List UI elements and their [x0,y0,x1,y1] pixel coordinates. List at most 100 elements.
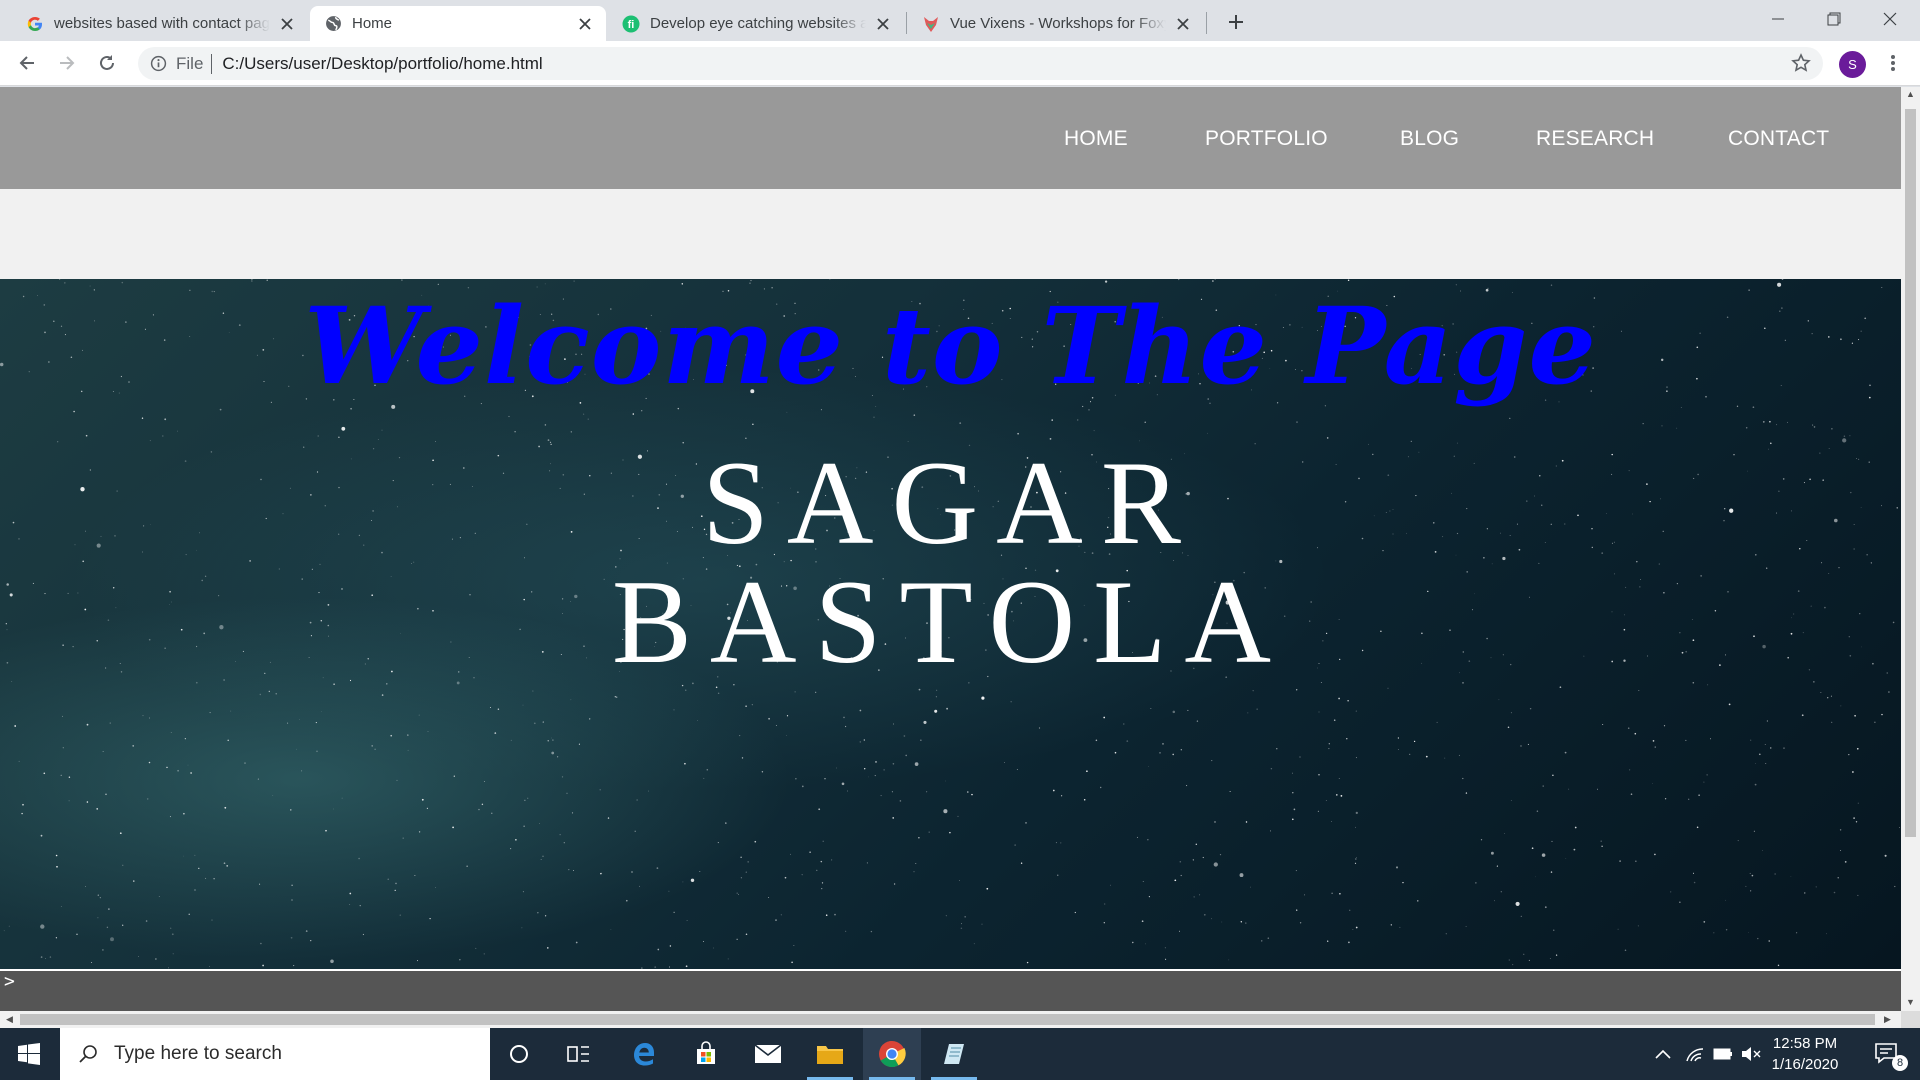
clock-date: 1/16/2020 [1771,1056,1839,1073]
action-center-button[interactable]: 8 [1862,1028,1912,1080]
back-button[interactable] [12,48,42,78]
scroll-up-arrow-icon[interactable]: ▲ [1906,89,1915,99]
scrollbar-corner [1901,1011,1920,1028]
bookmark-star-button[interactable] [1786,48,1816,78]
scrollbar-thumb[interactable] [1905,109,1916,837]
battery-button[interactable] [1710,1028,1736,1080]
browser-toolbar: File C:/Users/user/Desktop/portfolio/hom… [0,41,1920,86]
chrome-icon [879,1040,906,1068]
divider [211,53,213,74]
terminal-prompt: > [4,971,15,992]
terminal-bar[interactable]: > [0,969,1901,1011]
google-g-icon [26,15,44,33]
mail-envelope-icon [754,1044,782,1063]
task-view-button[interactable] [550,1028,608,1080]
plus-icon [1229,15,1243,29]
cortana-button[interactable] [490,1028,548,1080]
battery-icon [1713,1048,1732,1060]
close-icon[interactable] [1174,15,1192,33]
taskbar: Type here to search 12:58 PM 1/16/2020 8 [0,1028,1920,1080]
scroll-down-arrow-icon[interactable]: ▼ [1906,997,1915,1007]
star-icon [1791,53,1811,72]
arrow-right-icon [60,56,75,70]
edge-icon [634,1043,654,1066]
search-icon [76,1042,100,1066]
scrollbar-thumb[interactable] [20,1014,1875,1025]
fiverr-icon: fi [622,15,640,33]
site-nav: HOME PORTFOLIO BLOG RESEARCH CONTACT [0,87,1901,189]
store-bag-icon [697,1041,715,1064]
close-icon[interactable] [874,15,892,33]
nav-blog[interactable]: BLOG [1400,127,1459,151]
clock[interactable]: 12:58 PM 1/16/2020 [1760,1033,1850,1075]
microsoft-store-button[interactable] [677,1028,735,1080]
restore-icon [1827,12,1841,26]
svg-text:fi: fi [628,19,635,31]
chrome-button[interactable] [863,1028,921,1080]
chevron-up-icon [1655,1049,1671,1059]
file-explorer-button[interactable] [801,1028,859,1080]
close-window-button[interactable] [1862,0,1918,38]
network-button[interactable] [1682,1028,1708,1080]
tab-strip: websites based with contact page Home fi… [0,0,1920,41]
nav-contact[interactable]: CONTACT [1728,127,1829,151]
nav-portfolio[interactable]: PORTFOLIO [1205,127,1328,151]
hero-section: Welcome to The Page SAGAR BASTOLA [0,279,1901,971]
close-icon[interactable] [576,15,594,33]
forward-button[interactable] [52,48,82,78]
scroll-left-arrow-icon[interactable]: ◀ [6,1014,13,1025]
wifi-icon [1686,1048,1704,1062]
nav-research[interactable]: RESEARCH [1536,127,1654,151]
menu-button[interactable] [1878,48,1908,78]
minimize-icon [1772,18,1784,20]
mail-button[interactable] [739,1028,797,1080]
show-hidden-icons-button[interactable] [1650,1028,1676,1080]
new-tab-button[interactable] [1222,8,1250,36]
horizontal-scrollbar[interactable]: ◀ ▶ [0,1011,1901,1028]
tab-fiverr[interactable]: fi Develop eye catching websites and [608,6,904,41]
windows-logo-icon [18,1043,40,1065]
edge-browser-button[interactable] [615,1028,673,1080]
name-line-first: SAGAR [702,436,1199,569]
restore-button[interactable] [1806,0,1862,38]
name-line-last: BASTOLA [611,555,1290,688]
tab-title: Vue Vixens - Workshops for Foxy [950,15,1166,32]
notes-app-button[interactable] [925,1028,983,1080]
tab-google-search[interactable]: websites based with contact page [12,6,308,41]
tab-separator [1206,12,1207,34]
reload-icon [100,55,114,70]
notification-count-badge: 8 [1892,1055,1908,1071]
tab-home[interactable]: Home [310,6,606,41]
cortana-circle-icon [510,1045,528,1063]
globe-icon [324,15,342,33]
screen: websites based with contact page Home fi… [0,0,1920,1080]
page-viewport: HOME PORTFOLIO BLOG RESEARCH CONTACT Wel… [0,87,1901,1011]
tab-title: Develop eye catching websites and [650,15,866,32]
task-view-icon [567,1046,589,1062]
address-bar[interactable]: File C:/Users/user/Desktop/portfolio/hom… [138,47,1823,80]
search-placeholder: Type here to search [114,1043,282,1064]
url-text: C:/Users/user/Desktop/portfolio/home.htm… [222,53,543,73]
folder-icon [817,1046,843,1064]
vue-vixens-fox-icon [922,15,940,33]
close-icon[interactable] [278,15,296,33]
tab-title: Home [352,15,393,32]
welcome-heading: Welcome to The Page [304,283,1597,408]
scroll-right-arrow-icon[interactable]: ▶ [1884,1014,1891,1025]
start-button[interactable] [0,1028,58,1080]
tab-vue-vixens[interactable]: Vue Vixens - Workshops for Foxy [908,6,1204,41]
arrow-left-icon [19,56,34,70]
tab-separator [906,12,907,34]
more-vert-icon [1891,55,1895,71]
scheme-label: File [176,53,204,73]
tab-title: websites based with contact page [54,15,270,32]
close-icon [1883,12,1897,26]
profile-avatar[interactable]: S [1839,51,1866,78]
notepad-icon [944,1044,964,1064]
vertical-scrollbar[interactable]: ▲ ▼ [1901,87,1920,1011]
minimize-button[interactable] [1750,0,1806,38]
nav-home[interactable]: HOME [1064,127,1128,151]
taskbar-search-box[interactable]: Type here to search [60,1028,490,1080]
reload-button[interactable] [92,48,122,78]
info-icon[interactable] [148,54,168,74]
